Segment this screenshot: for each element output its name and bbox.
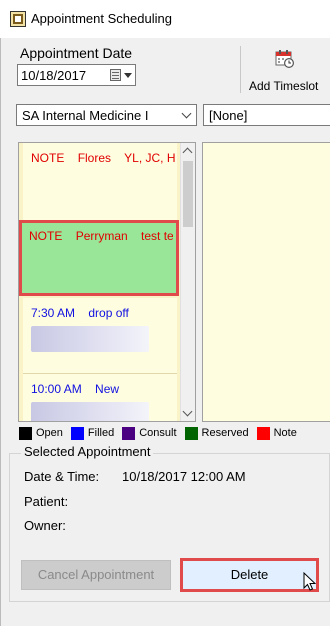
appointment-list[interactable]: NOTE Flores YL, JC, HI NOTE Perryman tes… [18, 142, 196, 422]
legend-swatch [70, 426, 84, 440]
chevron-down-icon [181, 108, 192, 119]
legend-swatch [256, 426, 270, 440]
appointment-item-selected[interactable]: NOTE Perryman test te [19, 220, 179, 296]
toolbar-separator [240, 46, 241, 93]
provider-select[interactable]: [None] [203, 104, 330, 126]
window-title: Appointment Scheduling [31, 11, 172, 26]
patient-label: Patient: [24, 494, 69, 509]
legend-label: Consult [139, 427, 177, 439]
department-select[interactable]: SA Internal Medicine I [16, 104, 197, 126]
appointment-item[interactable]: NOTE Flores YL, JC, HI [23, 143, 177, 223]
legend-label: Open [36, 427, 63, 439]
cancel-appointment-button[interactable]: Cancel Appointment [21, 560, 171, 590]
appointment-item[interactable]: 10:00 AM New [23, 374, 177, 421]
appointment-name: New [95, 382, 120, 396]
app-icon [10, 11, 26, 27]
appointment-time: 7:30 AM [31, 306, 76, 320]
appointment-time: 10:00 AM [31, 382, 82, 396]
legend-label: Reserved [201, 427, 249, 439]
appointment-time: NOTE [31, 151, 65, 165]
appointment-list-scrollbar[interactable] [180, 143, 195, 421]
legend-label: Filled [87, 427, 115, 439]
calendar-dropdown-icon[interactable] [110, 69, 121, 81]
provider-select-value: [None] [209, 108, 248, 123]
datetime-value: 10/18/2017 12:00 AM [122, 469, 246, 484]
scroll-down-icon[interactable] [182, 406, 193, 417]
appointment-time: NOTE [29, 229, 63, 243]
owner-label: Owner: [24, 518, 66, 533]
department-select-value: SA Internal Medicine I [22, 108, 149, 123]
calendar-clock-icon [275, 50, 294, 68]
appointment-date-value: 10/18/2017 [21, 68, 87, 83]
appointment-detail-pane [202, 142, 330, 422]
appointment-detail: YL, JC, HI [124, 151, 175, 165]
legend-item-reserved: Reserved [184, 426, 249, 440]
window-client: Appointment Date 10/18/2017 Add Timeslot… [0, 38, 330, 626]
chevron-down-icon[interactable] [124, 73, 132, 78]
datetime-label: Date & Time: [24, 469, 100, 484]
legend-swatch [122, 426, 136, 440]
appointment-item[interactable]: 7:30 AM drop off [23, 298, 177, 374]
redacted-patient-info [31, 326, 149, 352]
add-timeslot-button[interactable]: Add Timeslot [247, 46, 325, 96]
appointment-date-label: Appointment Date [20, 45, 133, 61]
appointment-date-picker[interactable]: 10/18/2017 [17, 64, 136, 86]
appointment-name: Flores [77, 151, 112, 165]
legend-swatch [184, 426, 198, 440]
legend-item-note: Note [256, 426, 297, 440]
add-timeslot-label: Add Timeslot [249, 79, 319, 93]
legend-swatch [19, 426, 32, 440]
appointment-name: Perryman [75, 229, 128, 243]
legend-item-consult: Consult [122, 426, 177, 440]
scrollbar-thumb[interactable] [183, 161, 193, 227]
redacted-patient-info [31, 402, 149, 421]
status-legend: Open Filled Consult Reserved Note [19, 426, 305, 440]
title-bar: Appointment Scheduling [0, 0, 330, 38]
legend-label: Note [273, 427, 297, 439]
delete-button[interactable]: Delete [180, 558, 319, 592]
appointment-name: drop off [88, 306, 129, 320]
mouse-pointer-icon [303, 572, 317, 591]
legend-item-filled: Filled [70, 426, 115, 440]
selected-appointment-title: Selected Appointment [21, 444, 154, 459]
appointment-detail: test te [141, 229, 173, 243]
legend-item-open: Open [19, 426, 63, 440]
scroll-up-icon[interactable] [182, 147, 193, 158]
